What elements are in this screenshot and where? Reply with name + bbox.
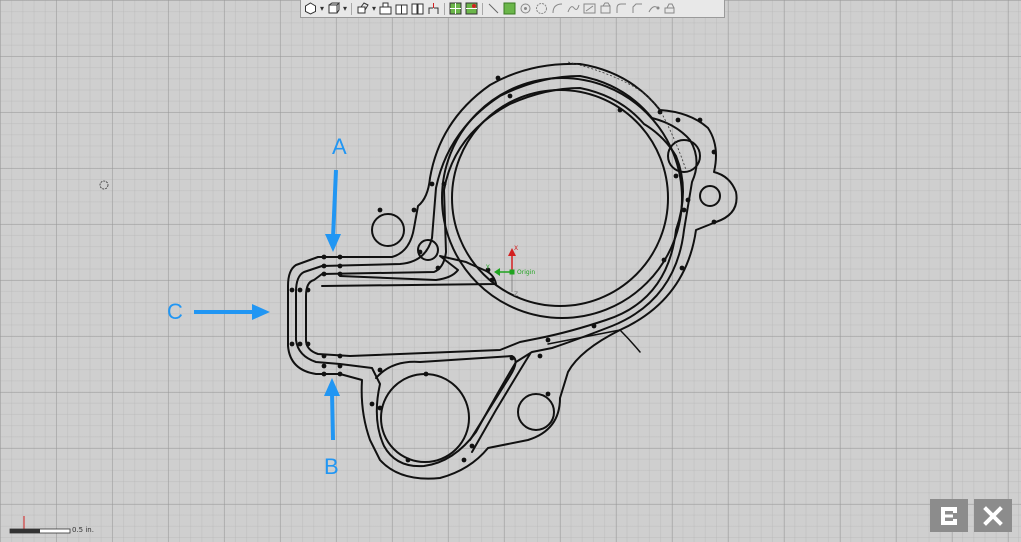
- close-button[interactable]: [974, 499, 1012, 532]
- bottom-large-hole: [380, 373, 470, 463]
- callout-a: A: [325, 134, 347, 252]
- snap-icon[interactable]: [519, 2, 532, 15]
- callout-b: B: [324, 378, 340, 479]
- inner-profile: [305, 87, 684, 357]
- chamfer-icon[interactable]: [631, 2, 644, 15]
- exit-sketch-button[interactable]: [930, 499, 968, 532]
- left-hole: [371, 213, 405, 247]
- bottom-right-hole: [517, 393, 555, 431]
- right-small-hole: [699, 185, 721, 207]
- sweep-icon[interactable]: [647, 2, 660, 15]
- fillet-icon[interactable]: [615, 2, 628, 15]
- sketch-canvas[interactable]: X Y Origin Z A B C: [0, 0, 1021, 541]
- align-icon[interactable]: [465, 2, 478, 15]
- callout-c: C: [167, 299, 270, 324]
- view-cube-icon[interactable]: [304, 2, 317, 15]
- inner-channel: [321, 255, 497, 287]
- shell-icon[interactable]: [599, 2, 612, 15]
- toolbar: ▾ ▾ ▾: [300, 0, 725, 18]
- close-icon: [983, 505, 1003, 526]
- callout-c-label: C: [167, 299, 183, 324]
- cursor-marker-icon: [99, 180, 109, 190]
- origin-label: Origin: [517, 269, 535, 276]
- line-icon[interactable]: [487, 2, 500, 15]
- extrude-icon[interactable]: [379, 2, 392, 15]
- mirror-icon[interactable]: [427, 2, 440, 15]
- loft-icon[interactable]: [663, 2, 676, 15]
- exit-icon: [941, 506, 957, 525]
- measure-icon[interactable]: [583, 2, 596, 15]
- origin-triad: X Y Origin Z: [485, 245, 535, 298]
- x-axis-label: X: [514, 245, 518, 252]
- scale-indicator: [6, 514, 116, 538]
- curve-icon[interactable]: [567, 2, 580, 15]
- sketch-icon[interactable]: [356, 2, 369, 15]
- z-axis-label: Z: [514, 291, 518, 298]
- split-icon[interactable]: [411, 2, 424, 15]
- pattern-icon[interactable]: [449, 2, 462, 15]
- circle-icon[interactable]: [535, 2, 548, 15]
- revolve-icon[interactable]: [395, 2, 408, 15]
- box-icon[interactable]: [327, 2, 340, 15]
- callout-a-label: A: [332, 134, 347, 159]
- arc-icon[interactable]: [551, 2, 564, 15]
- large-circle-inner: [451, 89, 669, 307]
- fill-icon[interactable]: [503, 2, 516, 15]
- vertex-points: [289, 75, 717, 463]
- y-axis-label: Y: [485, 264, 490, 271]
- callout-b-label: B: [324, 454, 339, 479]
- scale-label: 0.5 in.: [72, 526, 94, 534]
